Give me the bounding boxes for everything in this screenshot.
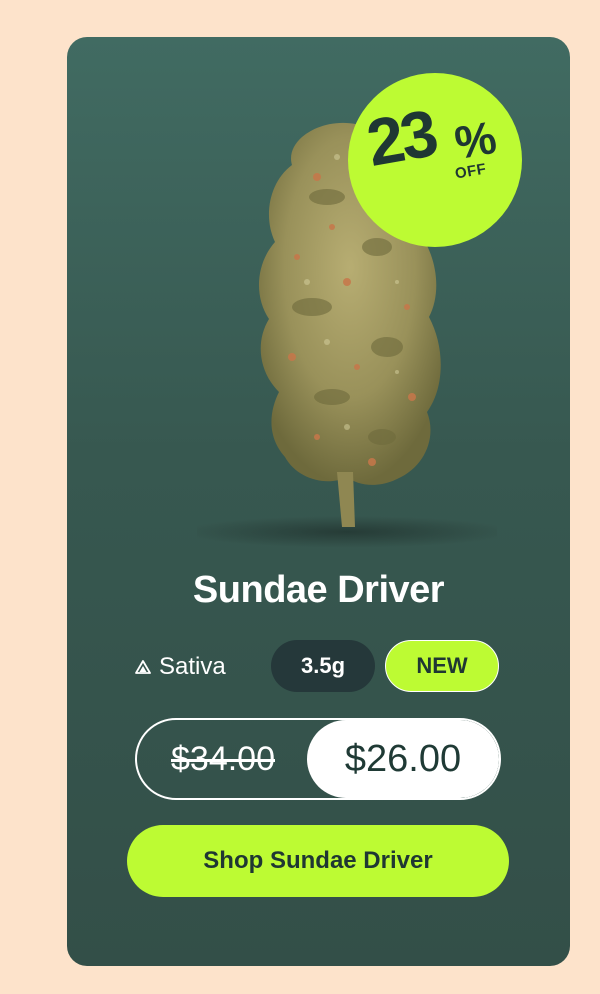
shop-button[interactable]: Shop Sundae Driver xyxy=(127,825,509,897)
strain-type-label: Sativa xyxy=(159,653,226,680)
discount-percent-sign: % xyxy=(450,110,501,170)
product-name: Sundae Driver xyxy=(192,569,445,611)
sale-price: $26.00 xyxy=(307,720,499,798)
discount-off-label: OFF xyxy=(453,160,488,183)
discount-badge: 23 % OFF xyxy=(348,73,522,247)
price-box: $34.00 $26.00 xyxy=(135,718,501,800)
new-badge: NEW xyxy=(385,640,499,692)
discount-value: 23 xyxy=(361,95,441,180)
product-card[interactable]: 23 % OFF Sundae Driver Sativa 3.5g NEW $… xyxy=(67,37,570,966)
weight-badge: 3.5g xyxy=(271,640,375,692)
triangle-icon xyxy=(135,660,151,674)
strain-type: Sativa xyxy=(135,647,226,687)
original-price: $34.00 xyxy=(171,739,275,778)
